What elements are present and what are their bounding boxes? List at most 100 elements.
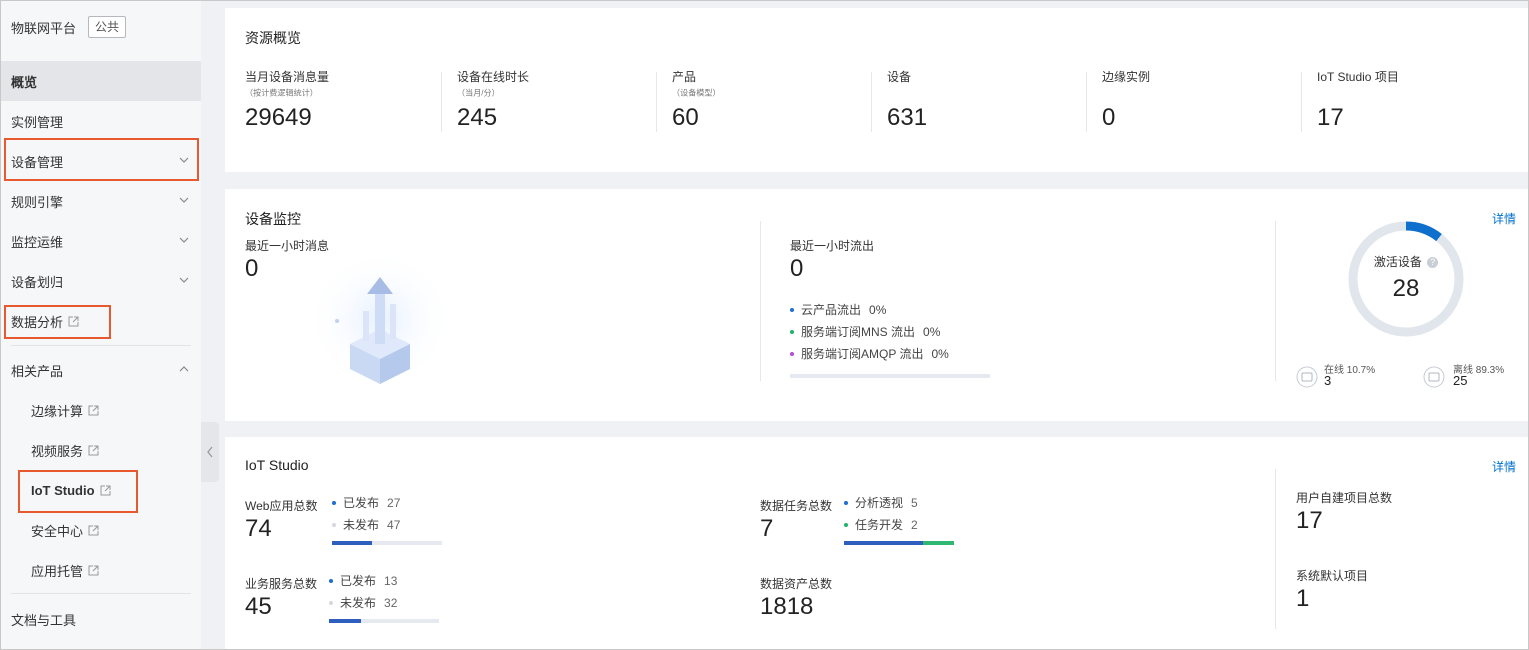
web-apps-label: Web应用总数 <box>245 499 318 513</box>
divider <box>1301 72 1302 132</box>
sidebar-item-label: IoT Studio <box>31 482 95 498</box>
sidebar-item-data-analysis[interactable]: 数据分析 <box>1 301 201 341</box>
chevron-up-icon <box>179 366 189 372</box>
device-monitor-card: 设备监控 详情 最近一小时消息 0 最近一小时流出 0 云产品流出 0% 服务端… <box>225 189 1529 421</box>
sidebar-item-label: 应用托管 <box>31 563 84 579</box>
stat-label: 当月设备消息量 <box>245 70 330 84</box>
sidebar-item-app-hosting[interactable]: 应用托管 <box>1 550 201 590</box>
divider <box>1275 469 1276 629</box>
divider <box>871 72 872 132</box>
legend-dot <box>329 600 333 605</box>
legend-dot <box>790 351 794 356</box>
sidebar-item-instance[interactable]: 实例管理 <box>1 101 201 141</box>
stat-value: 0 <box>1102 104 1116 131</box>
detail-link[interactable]: 详情 <box>1492 458 1516 475</box>
external-link-icon <box>68 316 79 326</box>
stat-label: 边缘实例 <box>1102 70 1151 84</box>
data-tasks-label: 数据任务总数 <box>760 499 833 513</box>
stat-sublabel: （当月/分） <box>457 88 500 98</box>
data-tasks-value: 7 <box>760 515 774 542</box>
detail-link[interactable]: 详情 <box>1492 210 1516 227</box>
sidebar-item-label: 安全中心 <box>31 523 84 539</box>
stat-value: 29649 <box>245 104 312 131</box>
legend-value: 13 <box>384 573 398 588</box>
online-value: 3 <box>1324 373 1332 388</box>
stat-products: 产品 （设备模型） <box>672 68 726 99</box>
sidebar-item-label: 数据分析 <box>11 314 64 330</box>
data-assets-label: 数据资产总数 <box>760 577 833 591</box>
resource-overview-card: 资源概览 当月设备消息量 （按计费逻辑统计） 29649 设备在线时长 （当月/… <box>225 8 1529 172</box>
sidebar-item-rule-engine[interactable]: 规则引擎 <box>1 181 201 221</box>
legend-value: 0% <box>931 346 949 361</box>
chevron-down-icon <box>179 237 189 243</box>
sidebar-item-label: 设备管理 <box>11 154 64 170</box>
sidebar-item-edge-computing[interactable]: 边缘计算 <box>1 390 201 430</box>
legend-dot <box>790 307 794 312</box>
card-title: IoT Studio <box>245 457 309 473</box>
legend-value: 2 <box>911 517 918 532</box>
stat-devices: 设备 <box>887 68 911 85</box>
card-title: 资源概览 <box>245 30 301 46</box>
divider <box>1275 221 1276 381</box>
stat-sublabel: （按计费逻辑统计） <box>245 88 318 98</box>
legend-value: 0% <box>869 302 887 317</box>
stat-label: IoT Studio 项目 <box>1317 70 1399 84</box>
sidebar-divider <box>11 345 191 346</box>
sidebar-item-docs-tools[interactable]: 文档与工具 <box>1 599 201 639</box>
legend-label: 已发布 <box>343 496 380 510</box>
task-development: 任务开发 2 <box>844 516 918 533</box>
sidebar-item-device-assign[interactable]: 设备划归 <box>1 261 201 301</box>
data-assets-value: 1818 <box>760 593 814 620</box>
stat-label: 设备在线时长 <box>457 70 530 84</box>
outflow-item-cloud: 云产品流出 0% <box>790 301 886 318</box>
stat-value: 17 <box>1317 104 1344 131</box>
services-bar <box>329 619 439 623</box>
active-devices-value: 28 <box>1392 275 1420 302</box>
web-published: 已发布 27 <box>332 494 400 511</box>
stat-value: 631 <box>887 104 928 131</box>
stat-monthly-messages: 当月设备消息量 （按计费逻辑统计） <box>245 68 329 99</box>
legend-dot <box>332 500 336 505</box>
sidebar-item-related-products[interactable]: 相关产品 <box>1 350 201 390</box>
active-devices-label-row: 激活设备 ? <box>1346 253 1466 270</box>
online-label: 在线 10.7% <box>1324 365 1376 376</box>
outflow-item-amqp: 服务端订阅AMQP 流出 0% <box>790 345 949 362</box>
sidebar-item-video-service[interactable]: 视频服务 <box>1 430 201 470</box>
service-published: 已发布 13 <box>329 572 397 589</box>
stat-edge-instances: 边缘实例 <box>1102 68 1150 85</box>
outflow-bar <box>790 374 990 378</box>
online-device-icon <box>1296 366 1318 388</box>
divider <box>656 72 657 132</box>
iot-studio-card: IoT Studio 详情 Web应用总数 74 已发布 27 未发布 47 业… <box>225 437 1529 650</box>
sidebar-item-label: 边缘计算 <box>31 403 84 419</box>
sidebar-item-overview[interactable]: 概览 <box>1 61 201 101</box>
stat-value: 60 <box>672 104 699 131</box>
legend-dot <box>790 329 794 334</box>
sidebar-item-device-management[interactable]: 设备管理 <box>1 141 201 181</box>
instance-tag[interactable]: 公共 <box>88 16 127 38</box>
web-apps-bar-fill <box>332 541 373 545</box>
external-link-icon <box>88 445 99 455</box>
chevron-down-icon <box>179 197 189 203</box>
legend-label: 云产品流出 <box>801 303 862 317</box>
card-title: 设备监控 <box>245 211 301 227</box>
legend-label: 分析透视 <box>855 496 904 510</box>
sidebar-header: 物联网平台 公共 <box>1 1 201 53</box>
sidebar-item-label: 相关产品 <box>11 363 64 379</box>
legend-label: 未发布 <box>343 518 380 532</box>
recent-outflow-label: 最近一小时流出 <box>790 239 875 253</box>
chevron-down-icon <box>179 277 189 283</box>
legend-value: 5 <box>911 495 918 510</box>
external-link-icon <box>100 485 111 495</box>
sidebar-item-security-center[interactable]: 安全中心 <box>1 510 201 550</box>
sidebar-item-iot-studio[interactable]: IoT Studio <box>1 470 201 510</box>
data-tasks-bar <box>844 541 954 545</box>
sidebar-collapse-toggle[interactable] <box>201 422 219 482</box>
user-projects-value: 17 <box>1296 507 1323 534</box>
chevron-down-icon <box>179 157 189 163</box>
legend-dot <box>332 522 336 527</box>
help-icon[interactable]: ? <box>1427 257 1439 269</box>
sidebar-item-monitoring[interactable]: 监控运维 <box>1 221 201 261</box>
platform-title: 物联网平台 <box>11 20 77 36</box>
legend-dot <box>329 578 333 583</box>
